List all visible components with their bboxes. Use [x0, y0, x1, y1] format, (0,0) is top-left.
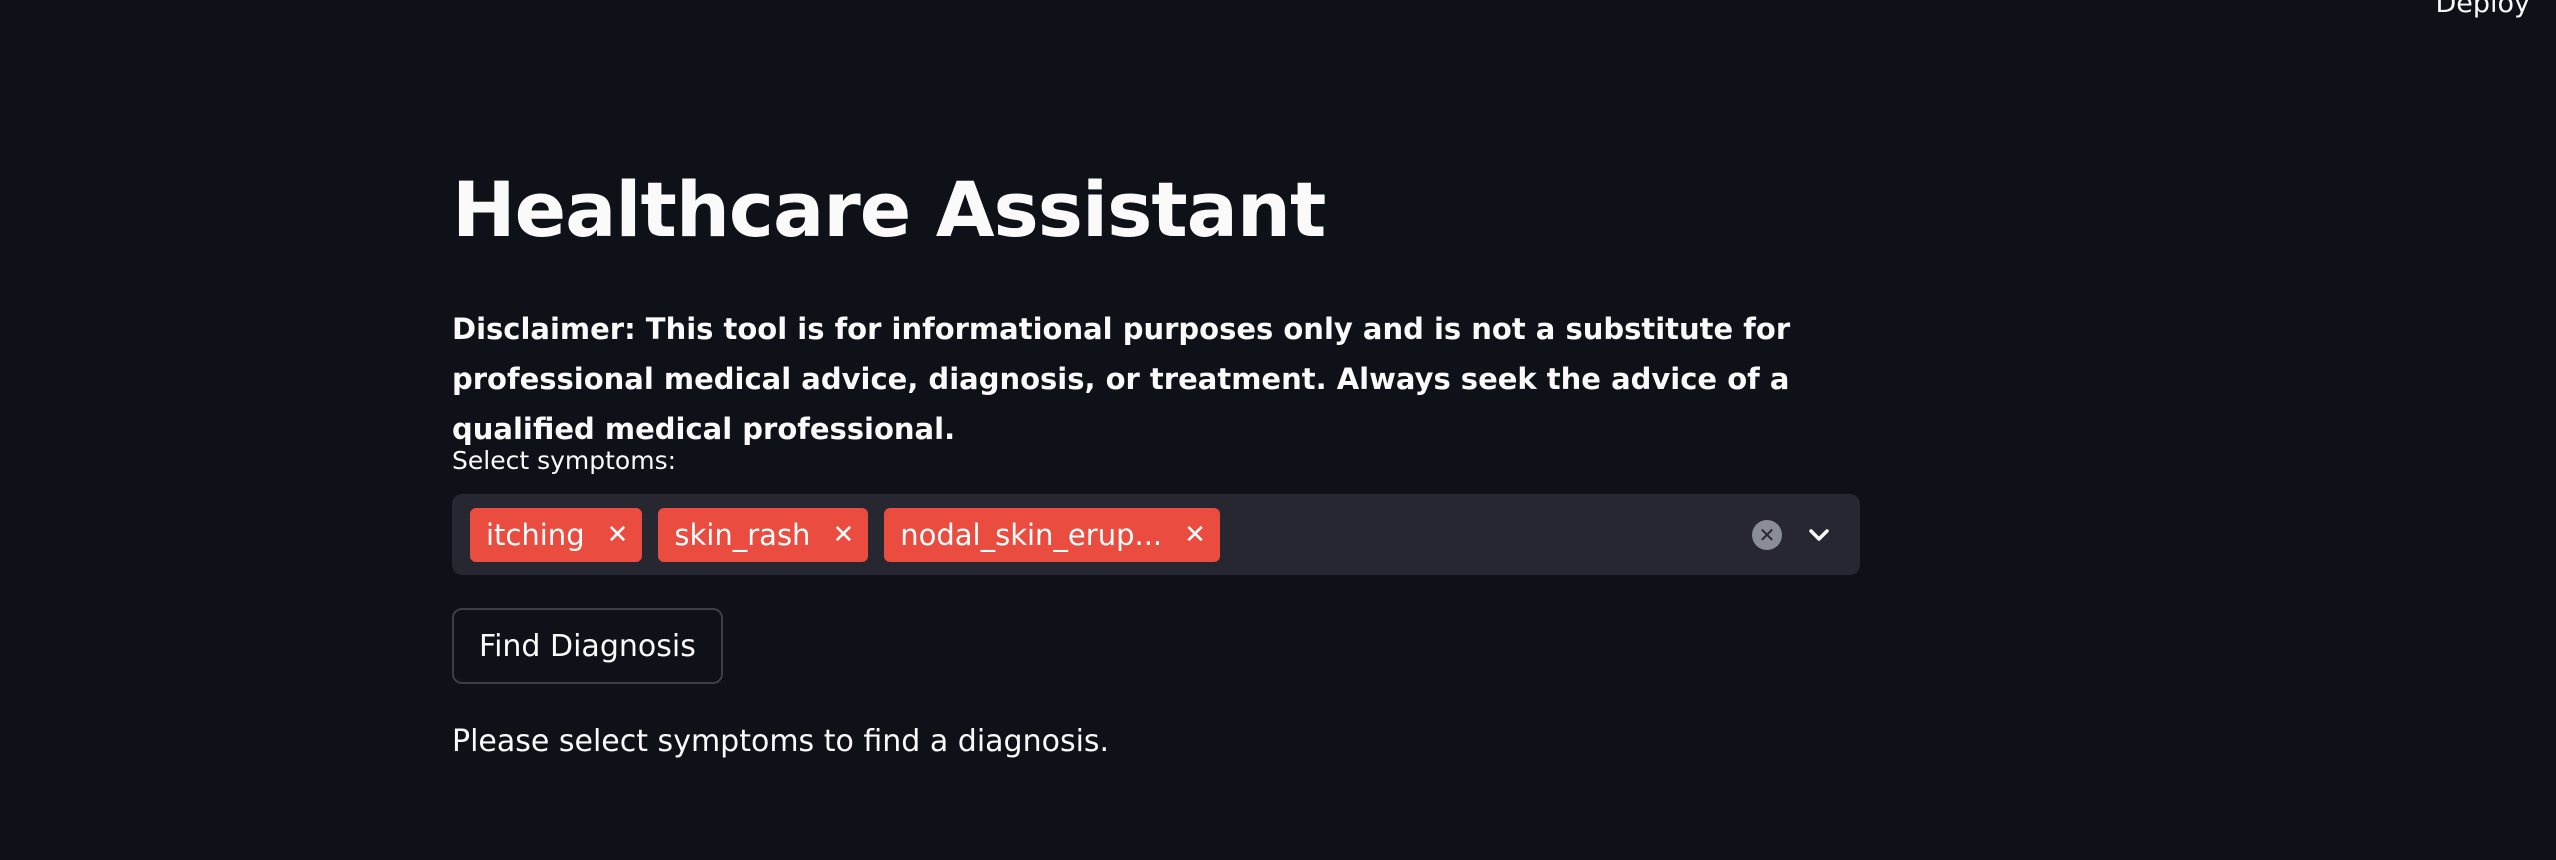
- symptom-chip-label: skin_rash: [674, 517, 811, 552]
- symptom-chip-label: itching: [486, 517, 585, 552]
- symptom-chip: nodal_skin_erup... ✕: [884, 507, 1220, 562]
- clear-icon[interactable]: ✕: [1752, 519, 1782, 550]
- close-icon[interactable]: ✕: [832, 522, 854, 548]
- close-icon[interactable]: ✕: [1184, 522, 1206, 548]
- find-diagnosis-button[interactable]: Find Diagnosis: [452, 608, 723, 684]
- deploy-button[interactable]: Deploy: [2435, 0, 2530, 19]
- page-title: Healthcare Assistant: [452, 165, 1326, 254]
- symptom-chip: itching ✕: [470, 507, 643, 562]
- symptom-chip-label: nodal_skin_erup...: [900, 517, 1163, 552]
- symptom-chip: skin_rash ✕: [658, 507, 869, 562]
- page: Deploy Healthcare Assistant Disclaimer: …: [0, 0, 2556, 860]
- status-message: Please select symptoms to find a diagnos…: [452, 724, 1110, 759]
- multiselect-controls: ✕: [1752, 519, 1844, 550]
- symptoms-select-label: Select symptoms:: [452, 446, 677, 475]
- symptoms-multiselect[interactable]: itching ✕ skin_rash ✕ nodal_skin_erup...…: [452, 494, 1860, 575]
- disclaimer-text: Disclaimer: This tool is for information…: [452, 312, 1791, 446]
- close-icon[interactable]: ✕: [607, 522, 629, 548]
- selected-symptoms-chips: itching ✕ skin_rash ✕ nodal_skin_erup...…: [470, 507, 1752, 562]
- chevron-down-icon[interactable]: [1808, 524, 1830, 546]
